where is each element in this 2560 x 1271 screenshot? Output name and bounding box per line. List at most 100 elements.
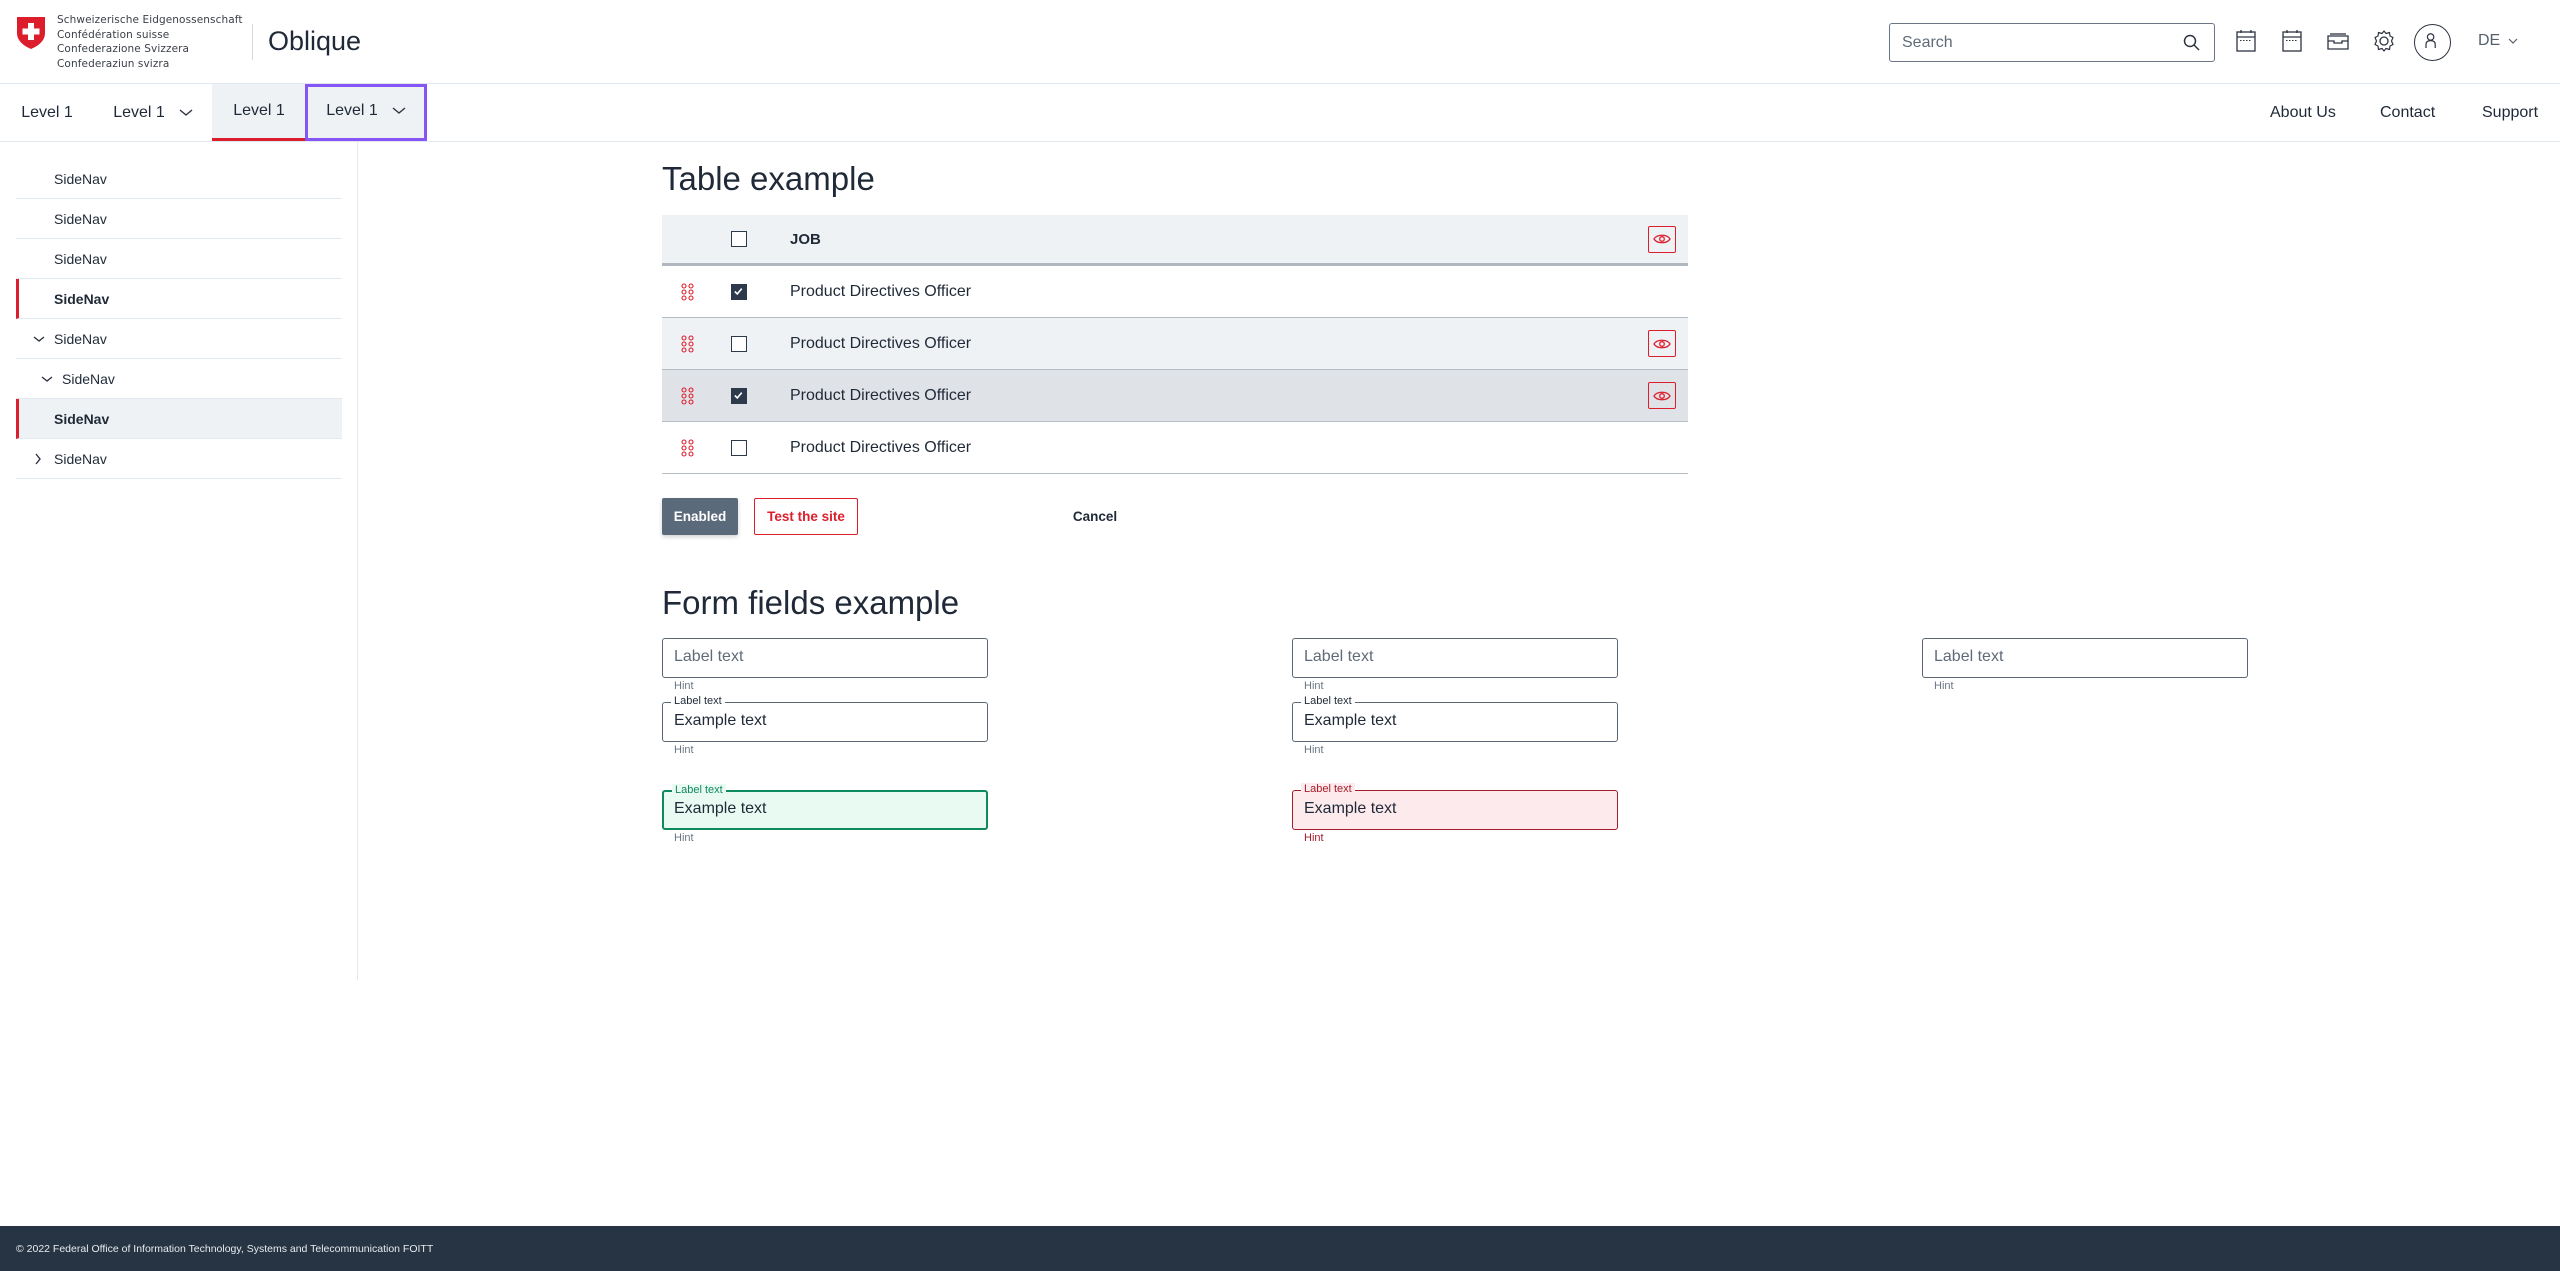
- drag-handle-icon[interactable]: [680, 282, 696, 302]
- field-hint: Hint: [1304, 680, 1324, 692]
- drag-handle-icon[interactable]: [680, 386, 696, 406]
- row-checkbox[interactable]: [731, 335, 747, 352]
- sidebar-item-label: SideNav: [54, 330, 107, 347]
- logo-line: Confederazione Svizzera: [57, 43, 190, 55]
- logo-divider: [252, 24, 253, 60]
- chevron-down-icon[interactable]: [41, 375, 53, 383]
- search-input[interactable]: [1902, 24, 2172, 61]
- field-value: Example text: [674, 800, 767, 817]
- sidebar-item-active[interactable]: SideNav: [16, 279, 342, 319]
- sidebar-item-expanded[interactable]: SideNav: [16, 319, 342, 359]
- sidebar-item[interactable]: SideNav: [16, 159, 342, 199]
- sidebar-item[interactable]: SideNav: [16, 239, 342, 279]
- nav-item-level-1[interactable]: Level 1: [0, 84, 94, 141]
- field-hint: Hint: [1934, 680, 1954, 692]
- sidebar-item-label: SideNav: [54, 210, 107, 227]
- chevron-down-icon: [392, 107, 406, 114]
- field-label: Label text: [1301, 695, 1355, 708]
- app-title[interactable]: Oblique: [268, 26, 361, 57]
- nav-item-label: Level 1: [326, 102, 378, 119]
- text-field-empty[interactable]: Label text: [1922, 638, 2248, 678]
- table-row[interactable]: Product Directives Officer: [662, 266, 1688, 318]
- eye-icon: [1653, 234, 1671, 244]
- row-checkbox[interactable]: [731, 387, 747, 404]
- text-field-empty[interactable]: Label text: [662, 638, 988, 678]
- language-selector[interactable]: DE: [2478, 32, 2518, 50]
- gear-icon[interactable]: [2372, 28, 2396, 54]
- nav-item-label: Level 1: [21, 103, 73, 121]
- text-field-filled[interactable]: Label text Example text: [1292, 695, 1618, 742]
- cancel-button[interactable]: Cancel: [1060, 498, 1130, 535]
- row-checkbox[interactable]: [731, 439, 747, 456]
- form-section-title: Form fields example: [662, 584, 960, 621]
- job-cell: Product Directives Officer: [790, 386, 972, 404]
- job-cell: Product Directives Officer: [790, 438, 972, 456]
- contact-link[interactable]: Contact: [2380, 84, 2435, 141]
- field-value: Example text: [674, 712, 767, 729]
- job-cell: Product Directives Officer: [790, 334, 972, 352]
- table-row-selected[interactable]: Product Directives Officer: [662, 370, 1688, 422]
- field-hint: Hint: [674, 832, 694, 844]
- top-nav: Level 1 Level 1 Level 1 Level 1 About Us…: [0, 84, 2560, 142]
- text-field-error[interactable]: Label text Example text: [1292, 783, 1618, 830]
- chevron-right-icon[interactable]: [34, 453, 42, 465]
- copyright-text: © 2022 Federal Office of Information Tec…: [16, 1243, 434, 1255]
- checkmark-icon: [734, 287, 743, 295]
- support-link[interactable]: Support: [2482, 84, 2538, 141]
- nav-item-level-1-dropdown[interactable]: Level 1: [94, 84, 212, 141]
- select-all-checkbox[interactable]: [731, 231, 747, 247]
- logo-line: Confédération suisse: [57, 28, 170, 41]
- enabled-button[interactable]: Enabled: [662, 498, 738, 535]
- field-hint: Hint: [1304, 744, 1324, 756]
- table-row[interactable]: Product Directives Officer: [662, 318, 1688, 370]
- field-placeholder: Label text: [1934, 648, 2004, 665]
- nav-item-level-1-active[interactable]: Level 1: [212, 84, 306, 141]
- search-icon[interactable]: [2182, 33, 2202, 53]
- text-field-empty[interactable]: Label text: [1292, 638, 1618, 678]
- visibility-toggle-button[interactable]: [1648, 225, 1676, 253]
- sidebar: SideNav SideNav SideNav SideNav SideNav …: [0, 142, 358, 980]
- checkmark-icon: [734, 391, 743, 399]
- search-box[interactable]: [1889, 23, 2215, 62]
- text-field-success[interactable]: Label text Example text: [662, 784, 988, 830]
- nav-item-label: Level 1: [113, 103, 165, 121]
- field-error-hint: Hint: [1304, 832, 1324, 844]
- chevron-down-icon[interactable]: [33, 335, 45, 343]
- logo-line: Confederaziun svizra: [57, 57, 170, 70]
- confederation-logo-text: Schweizerische Eidgenossenschaft Confédé…: [57, 13, 243, 71]
- sidebar-item-active-highlighted[interactable]: SideNav: [16, 399, 342, 439]
- eye-icon: [1653, 391, 1671, 400]
- inbox-icon[interactable]: [2326, 28, 2350, 54]
- chevron-down-icon: [179, 108, 193, 116]
- calendar-icon[interactable]: [2280, 28, 2304, 54]
- visibility-toggle-button[interactable]: [1648, 330, 1676, 357]
- row-checkbox[interactable]: [731, 283, 747, 300]
- nav-item-level-1-dropdown-focused[interactable]: Level 1: [305, 84, 427, 141]
- language-label: DE: [2478, 32, 2501, 49]
- user-avatar-button[interactable]: [2414, 24, 2451, 61]
- drag-handle-icon[interactable]: [680, 334, 696, 354]
- field-label: Label text: [672, 784, 726, 797]
- logo-line: Schweizerische Eidgenossenschaft: [57, 14, 243, 26]
- field-value: Example text: [1304, 712, 1397, 729]
- eye-icon: [1653, 339, 1671, 348]
- table-row[interactable]: Product Directives Officer: [662, 422, 1688, 474]
- text-field-filled[interactable]: Label text Example text: [662, 695, 988, 742]
- visibility-toggle-button[interactable]: [1648, 382, 1676, 409]
- field-value: Example text: [1304, 800, 1397, 817]
- calendar-icon[interactable]: [2234, 28, 2258, 54]
- sidebar-item-expanded-nested[interactable]: SideNav: [16, 359, 342, 399]
- swiss-shield-icon: [17, 17, 45, 49]
- nav-item-label: Level 1: [233, 102, 285, 119]
- sidebar-item-label: SideNav: [62, 370, 115, 387]
- sidebar-item-collapsed[interactable]: SideNav: [16, 439, 342, 479]
- sidebar-item-label: SideNav: [54, 250, 107, 267]
- column-header-job[interactable]: JOB: [790, 231, 821, 248]
- sidebar-item[interactable]: SideNav: [16, 199, 342, 239]
- field-hint: Hint: [674, 680, 694, 692]
- table-header-row: JOB: [662, 215, 1688, 266]
- sidebar-item-label: SideNav: [54, 450, 107, 467]
- test-the-site-button[interactable]: Test the site: [754, 498, 858, 535]
- drag-handle-icon[interactable]: [680, 438, 696, 458]
- about-us-link[interactable]: About Us: [2270, 84, 2336, 141]
